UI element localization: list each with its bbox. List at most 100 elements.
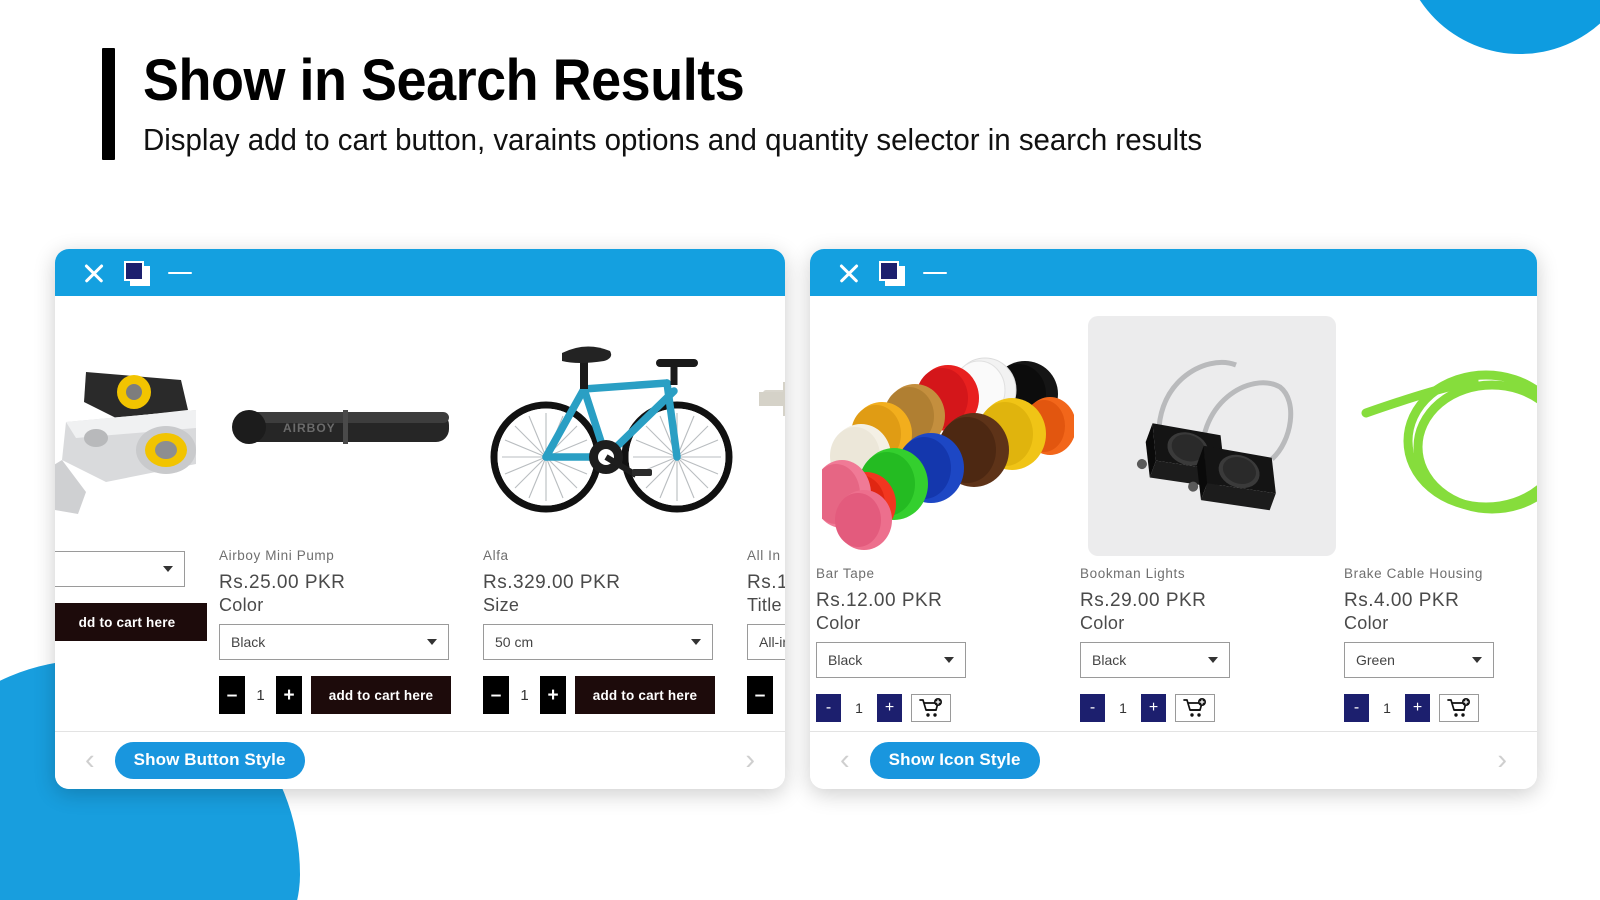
add-to-cart-button[interactable]: dd to cart here bbox=[55, 603, 207, 641]
minimize-icon[interactable] bbox=[922, 260, 948, 286]
quantity-decrease-button[interactable]: - bbox=[816, 694, 841, 722]
page-subtitle: Display add to cart button, varaints opt… bbox=[143, 122, 1203, 158]
add-to-cart-button[interactable]: add to cart here bbox=[311, 676, 451, 714]
maximize-icon[interactable] bbox=[879, 260, 905, 286]
minimize-icon[interactable] bbox=[167, 260, 193, 286]
carousel-footer-right: ‹ Show Icon Style › bbox=[810, 731, 1537, 789]
titlebar-right bbox=[810, 249, 1537, 296]
titlebar-left bbox=[55, 249, 785, 296]
quantity-decrease-button[interactable]: - bbox=[1080, 694, 1105, 722]
quantity-value[interactable]: 1 bbox=[509, 676, 540, 714]
quantity-and-cart-row: – 1 + add to cart here bbox=[483, 676, 735, 714]
product-image bbox=[1344, 312, 1537, 560]
variant-select-value: Black bbox=[1092, 652, 1127, 668]
show-button-style-pill[interactable]: Show Button Style bbox=[114, 742, 305, 779]
svg-text:AIRBOY: AIRBOY bbox=[283, 421, 336, 435]
product-option-label: Size bbox=[483, 595, 520, 615]
product-price: Rs.12.00 PKR bbox=[816, 590, 943, 611]
product-option-label: Color bbox=[1080, 613, 1125, 633]
quantity-value[interactable]: 1 bbox=[1369, 694, 1405, 722]
variant-select[interactable]: Black bbox=[816, 642, 966, 678]
product-image bbox=[1080, 312, 1344, 560]
quantity-value[interactable]: 1 bbox=[773, 676, 785, 714]
decorative-blue-shape-top-right bbox=[1400, 0, 1600, 54]
variant-select[interactable]: Black bbox=[219, 624, 449, 660]
variant-select[interactable]: Green bbox=[1344, 642, 1494, 678]
variant-select[interactable]: 50 cm bbox=[483, 624, 713, 660]
product-title: Brake Cable Housing bbox=[1344, 566, 1483, 581]
close-icon[interactable] bbox=[836, 260, 862, 286]
quantity-value[interactable]: 1 bbox=[841, 694, 877, 722]
product-title: Bookman Lights bbox=[1080, 566, 1186, 581]
product-card[interactable]: Bookman Lights Rs.29.00 PKR Color Black … bbox=[1080, 296, 1344, 722]
product-strip-right: Bar Tape Rs.12.00 PKR Color Black - 1 + bbox=[810, 296, 1537, 731]
add-to-cart-button[interactable] bbox=[1175, 694, 1215, 722]
quantity-and-cart-row: - 1 + bbox=[816, 694, 1080, 722]
add-to-cart-button[interactable]: add to cart here bbox=[575, 676, 715, 714]
slide-canvas: Show in Search Results Display add to ca… bbox=[0, 0, 1600, 900]
variant-select-value: Green bbox=[1356, 652, 1395, 668]
header-text-block: Show in Search Results Display add to ca… bbox=[143, 48, 1258, 160]
quantity-decrease-button[interactable]: – bbox=[483, 676, 509, 714]
bar-tape-rolls-icon bbox=[822, 316, 1074, 556]
carousel-prev-button[interactable]: ‹ bbox=[834, 746, 856, 775]
quantity-increase-button[interactable]: + bbox=[540, 676, 566, 714]
product-card[interactable]: All In One Track Rs.11.99 PKR Title All-… bbox=[747, 296, 785, 714]
product-card[interactable]: – 1 + dd to cart here bbox=[55, 296, 207, 641]
quantity-increase-button[interactable]: + bbox=[877, 694, 902, 722]
product-title: Airboy Mini Pump bbox=[219, 548, 335, 563]
mini-pump-black-icon: AIRBOY bbox=[225, 332, 465, 522]
product-card[interactable]: Alfa Rs.329.00 PKR Size 50 cm – 1 + add … bbox=[483, 296, 735, 714]
search-results-left: – 1 + dd to cart here bbox=[55, 296, 785, 731]
product-title: Bar Tape bbox=[816, 566, 875, 581]
quantity-increase-button[interactable]: + bbox=[1405, 694, 1430, 722]
add-to-cart-button[interactable] bbox=[911, 694, 951, 722]
close-icon[interactable] bbox=[81, 260, 107, 286]
add-to-cart-button[interactable] bbox=[1439, 694, 1479, 722]
quantity-decrease-button[interactable]: – bbox=[219, 676, 245, 714]
quantity-increase-button[interactable]: + bbox=[276, 676, 302, 714]
product-strip-left: – 1 + dd to cart here bbox=[55, 296, 785, 731]
bike-stem-silver-icon bbox=[55, 332, 196, 522]
quantity-decrease-button[interactable]: – bbox=[747, 676, 773, 714]
product-card[interactable]: AIRBOY Airboy Mini Pump Rs.25.00 PKR Col… bbox=[219, 296, 471, 714]
quantity-value[interactable]: 1 bbox=[245, 676, 276, 714]
variant-select-value: Black bbox=[231, 634, 266, 650]
carousel-next-button[interactable]: › bbox=[1491, 746, 1513, 775]
variant-select[interactable]: Black bbox=[1080, 642, 1230, 678]
product-price: Rs.329.00 PKR bbox=[483, 572, 621, 593]
product-option-label: Title bbox=[747, 595, 782, 615]
chevron-down-icon bbox=[1208, 657, 1218, 663]
carousel-next-button[interactable]: › bbox=[739, 746, 761, 775]
quantity-increase-button[interactable]: + bbox=[1141, 694, 1166, 722]
quantity-and-cart-row: - 1 + bbox=[1344, 694, 1537, 722]
page-title: Show in Search Results bbox=[143, 48, 745, 113]
product-price: Rs.25.00 PKR bbox=[219, 572, 346, 593]
bookman-lights-icon bbox=[1136, 359, 1294, 511]
search-results-right: Bar Tape Rs.12.00 PKR Color Black - 1 + bbox=[810, 296, 1537, 731]
add-to-cart-icon bbox=[1183, 698, 1206, 717]
show-icon-style-pill[interactable]: Show Icon Style bbox=[869, 742, 1040, 779]
window-button-style: – 1 + dd to cart here bbox=[55, 249, 785, 789]
product-title: All In One Track bbox=[747, 548, 785, 563]
variant-select-value: Black bbox=[828, 652, 863, 668]
track-tool-icon bbox=[753, 332, 785, 522]
quantity-decrease-button[interactable]: - bbox=[1344, 694, 1369, 722]
product-title: Alfa bbox=[483, 548, 509, 563]
carousel-prev-button[interactable]: ‹ bbox=[79, 746, 101, 775]
chevron-down-icon bbox=[944, 657, 954, 663]
bicycle-blue-icon bbox=[484, 324, 734, 530]
header-accent-bar bbox=[102, 48, 115, 161]
quantity-and-cart-row: – 1 + bbox=[747, 676, 785, 714]
quantity-value[interactable]: 1 bbox=[1105, 694, 1141, 722]
quantity-and-cart-row: - 1 + bbox=[1080, 694, 1344, 722]
product-card[interactable]: Brake Cable Housing Rs.4.00 PKR Color Gr… bbox=[1344, 296, 1537, 722]
maximize-icon[interactable] bbox=[124, 260, 150, 286]
variant-select[interactable] bbox=[55, 551, 185, 587]
variant-select[interactable]: All-in-one Track bbox=[747, 624, 785, 660]
product-image bbox=[483, 312, 735, 542]
carousel-footer-left: ‹ Show Button Style › bbox=[55, 731, 785, 789]
product-image-tile bbox=[1088, 316, 1336, 556]
chevron-down-icon bbox=[1472, 657, 1482, 663]
product-card[interactable]: Bar Tape Rs.12.00 PKR Color Black - 1 + bbox=[816, 296, 1080, 722]
